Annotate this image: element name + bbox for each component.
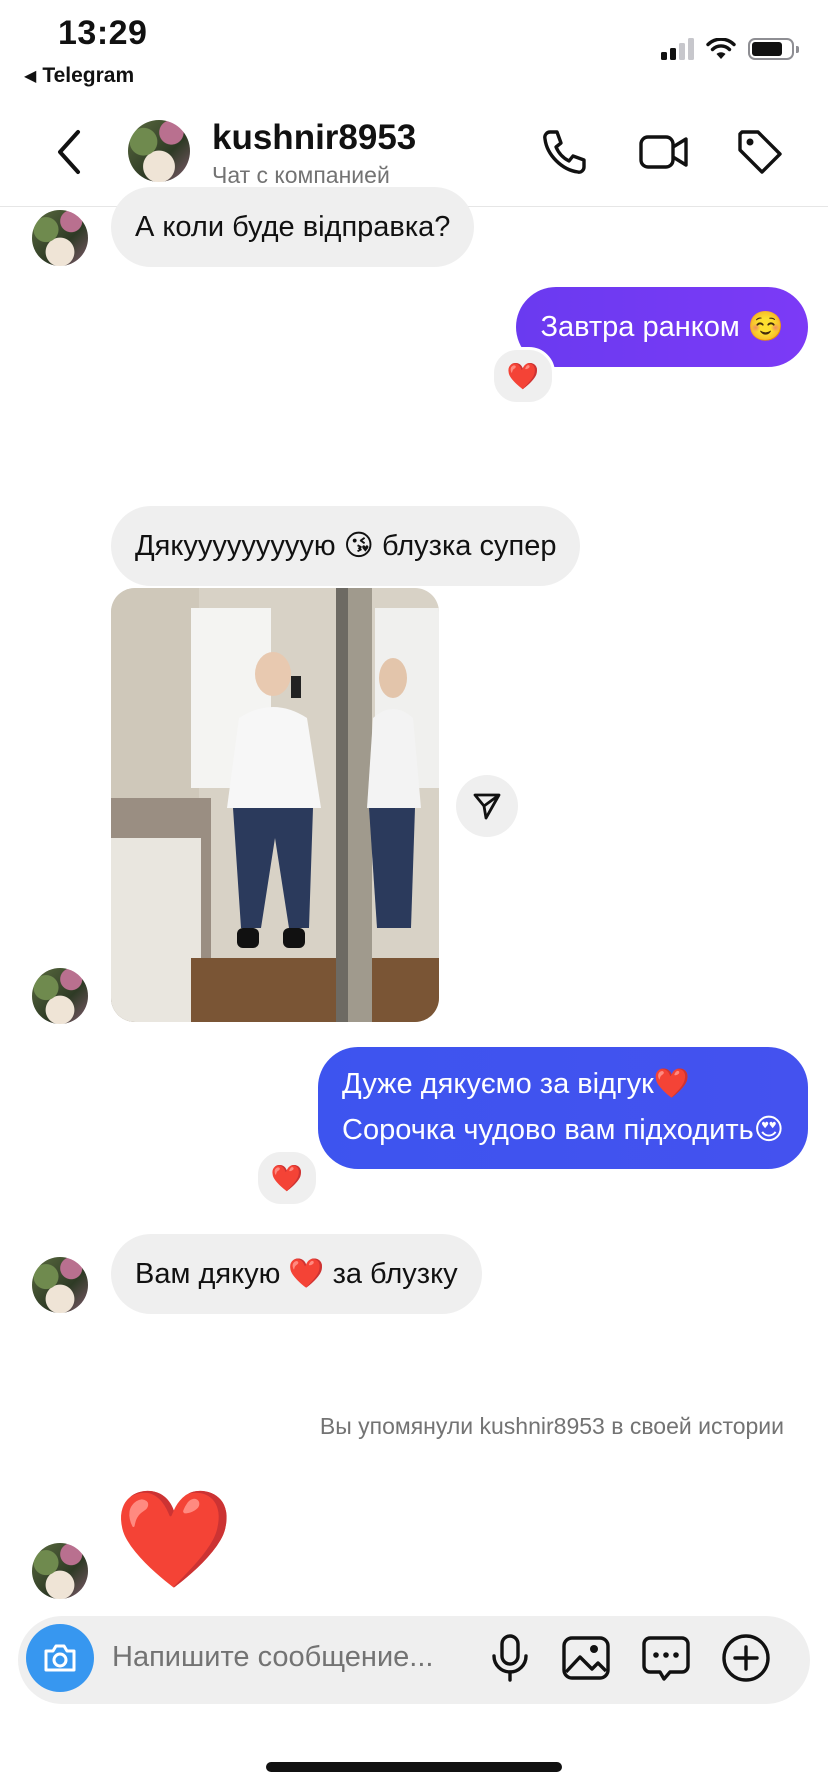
- message-outgoing[interactable]: Завтра ранком ☺️: [516, 287, 808, 367]
- home-indicator: [266, 1762, 562, 1772]
- message-incoming[interactable]: Дякууууууууую 😘 блузка супер: [111, 506, 581, 586]
- heart-reaction[interactable]: ❤️: [491, 347, 555, 405]
- message-line: Сорочка чудово вам підходить😍: [342, 1114, 784, 1146]
- sender-avatar[interactable]: [32, 968, 88, 1024]
- heart-emoji-message[interactable]: ❤️: [114, 1492, 234, 1588]
- cellular-signal-icon: [661, 38, 694, 60]
- phone-icon[interactable]: [538, 126, 590, 178]
- message-line: Дуже дякуємо за відгук❤️: [342, 1068, 690, 1100]
- plus-circle-icon[interactable]: [720, 1632, 772, 1684]
- sender-avatar[interactable]: [32, 1257, 88, 1313]
- paper-plane-icon: [473, 793, 501, 820]
- tag-icon[interactable]: [734, 126, 786, 178]
- chevron-left-icon[interactable]: [50, 126, 90, 178]
- message-incoming[interactable]: Вам дякую ❤️ за блузку: [111, 1234, 482, 1314]
- chat-username[interactable]: kushnir8953: [212, 118, 416, 158]
- camera-icon: [44, 1644, 76, 1672]
- status-indicators: [661, 38, 799, 60]
- back-to-app-link[interactable]: ◀ Telegram: [24, 64, 134, 88]
- battery-icon: [748, 38, 799, 60]
- triangle-left-icon: ◀: [24, 68, 37, 85]
- message-incoming[interactable]: А коли буде відправка?: [111, 187, 475, 267]
- chat-subtitle: Чат с компанией: [212, 162, 390, 188]
- status-time: 13:29: [58, 14, 148, 52]
- sender-avatar[interactable]: [32, 210, 88, 266]
- camera-button[interactable]: [26, 1624, 94, 1692]
- wifi-icon: [706, 38, 736, 59]
- back-app-label: Telegram: [42, 64, 135, 87]
- header-avatar[interactable]: [128, 120, 190, 182]
- share-photo-button[interactable]: [456, 775, 518, 837]
- microphone-icon[interactable]: [484, 1632, 536, 1684]
- message-input[interactable]: Напишите сообщение...: [112, 1641, 433, 1674]
- mirror-selfie-photo: [111, 588, 439, 1022]
- sender-avatar[interactable]: [32, 1543, 88, 1599]
- video-camera-icon[interactable]: [638, 126, 690, 178]
- message-outgoing[interactable]: Дуже дякуємо за відгук❤️ Сорочка чудово …: [318, 1047, 808, 1169]
- photo-message[interactable]: [111, 588, 439, 1022]
- chat-bubble-dots-icon[interactable]: [640, 1632, 692, 1684]
- heart-reaction[interactable]: ❤️: [255, 1149, 319, 1207]
- story-mention-notice: Вы упомянули kushnir8953 в своей истории: [319, 1413, 784, 1439]
- image-icon[interactable]: [560, 1632, 612, 1684]
